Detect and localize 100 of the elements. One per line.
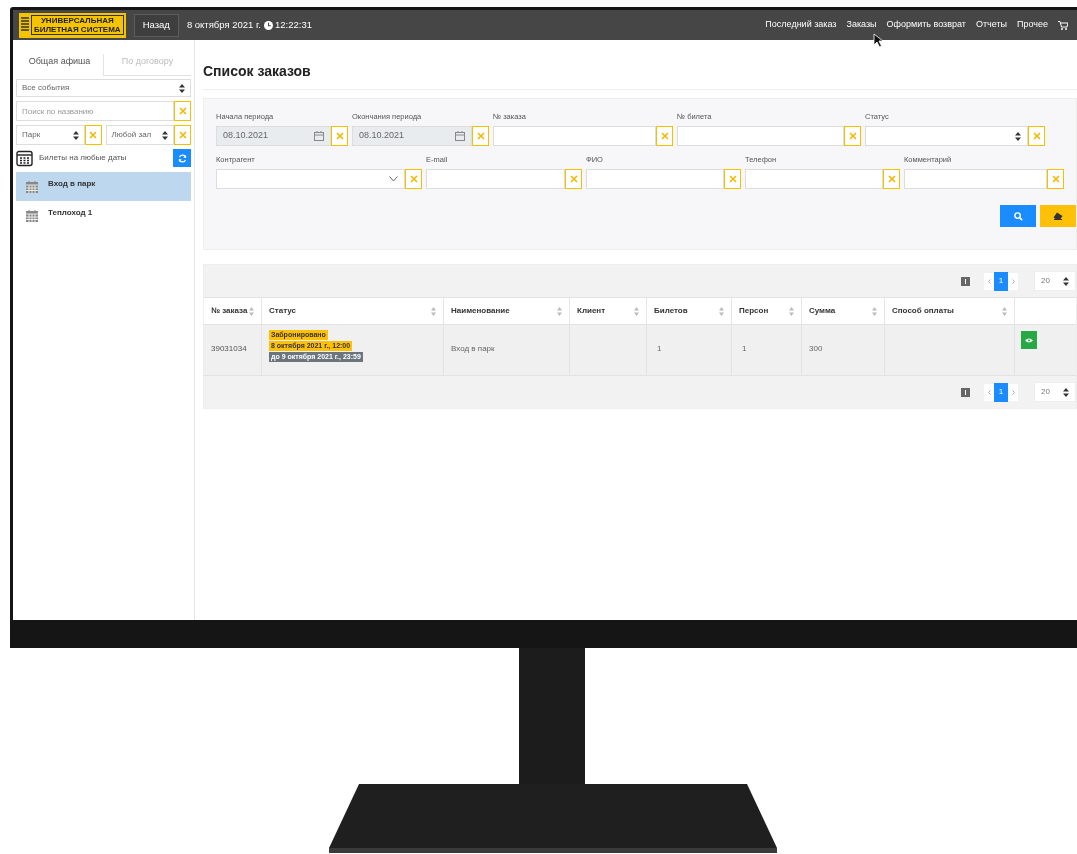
nav-link[interactable]: Заказы xyxy=(846,18,877,32)
search-field[interactable]: Поиск по названию xyxy=(16,101,174,121)
column-header[interactable]: Наименование xyxy=(444,298,570,324)
clear-button[interactable] xyxy=(405,169,422,189)
nav-link[interactable]: Прочее xyxy=(1017,18,1048,32)
select-field[interactable] xyxy=(216,169,405,189)
input-field[interactable] xyxy=(493,126,656,146)
close-icon xyxy=(660,132,669,140)
input-field[interactable] xyxy=(745,169,883,189)
cart-icon[interactable] xyxy=(1058,20,1068,30)
sort-icon xyxy=(719,306,724,316)
close-icon xyxy=(569,175,578,183)
close-icon xyxy=(89,131,97,139)
calendar-icon xyxy=(455,131,465,141)
event-item[interactable]: Вход в парк xyxy=(16,172,191,201)
column-header[interactable]: Персон xyxy=(732,298,802,324)
current-time: 12:22:31 xyxy=(274,17,312,32)
sort-arrows-icon xyxy=(1063,276,1069,286)
clear-button[interactable] xyxy=(844,126,861,146)
clear-button[interactable] xyxy=(472,126,489,146)
clear-button[interactable] xyxy=(174,125,191,145)
hall-select[interactable]: Любой зал xyxy=(105,125,174,145)
select-field[interactable] xyxy=(865,126,1028,146)
clear-button[interactable] xyxy=(656,126,673,146)
refresh-button[interactable] xyxy=(173,149,191,167)
clear-button[interactable] xyxy=(565,169,582,189)
close-icon xyxy=(728,175,737,183)
sort-arrows-icon xyxy=(179,83,185,93)
nav-link[interactable]: Оформить возврат xyxy=(886,18,966,32)
clear-button[interactable] xyxy=(1047,169,1064,189)
calendar-icon xyxy=(16,149,33,167)
next-page-button[interactable] xyxy=(1008,383,1018,401)
page-size-select[interactable]: 20 xyxy=(1034,271,1076,291)
column-header[interactable]: Клиент xyxy=(570,298,647,324)
date-field[interactable]: 08.10.2021 xyxy=(352,126,472,146)
table-cell: 1 xyxy=(657,344,662,353)
input-field[interactable] xyxy=(586,169,724,189)
previous-page-button[interactable] xyxy=(984,383,994,401)
sort-icon xyxy=(431,306,436,316)
ticket-stripes-icon xyxy=(21,17,29,33)
table-cell: 39031034 xyxy=(211,344,247,353)
column-header[interactable]: № заказа xyxy=(204,298,262,324)
close-icon xyxy=(887,175,896,183)
clear-button[interactable] xyxy=(1028,126,1045,146)
chevron-right-icon xyxy=(1011,389,1015,395)
clear-button[interactable] xyxy=(883,169,900,189)
close-icon xyxy=(1032,132,1041,140)
sort-icon xyxy=(1002,306,1007,316)
clock-icon xyxy=(263,20,273,30)
column-header[interactable]: Билетов xyxy=(647,298,732,324)
refresh-icon xyxy=(177,153,187,163)
chevron-left-icon xyxy=(987,389,991,395)
page-count-icon xyxy=(961,387,970,397)
nav-link[interactable]: Последний заказ xyxy=(765,18,837,32)
input-field[interactable] xyxy=(677,126,844,146)
close-icon xyxy=(848,132,857,140)
page-title: Список заказов xyxy=(203,62,312,81)
column-header[interactable]: Способ оплаты xyxy=(885,298,1015,324)
venue-select[interactable]: Парк xyxy=(16,125,85,145)
clear-button[interactable] xyxy=(331,126,348,146)
eraser-icon xyxy=(1053,212,1063,220)
close-icon xyxy=(409,175,418,183)
column-header[interactable]: Статус xyxy=(262,298,444,324)
close-icon xyxy=(1051,175,1060,183)
chevron-right-icon xyxy=(1011,278,1015,284)
eye-icon xyxy=(1025,337,1033,343)
calendar-icon xyxy=(314,131,324,141)
sort-icon xyxy=(557,306,562,316)
calendar-icon xyxy=(26,181,38,193)
input-field[interactable] xyxy=(426,169,565,189)
close-icon xyxy=(476,132,485,140)
close-icon xyxy=(335,132,344,140)
nav-link[interactable]: Отчеты xyxy=(975,18,1007,32)
sort-icon xyxy=(249,306,254,316)
clear-button[interactable] xyxy=(724,169,741,189)
event-select[interactable]: Все события xyxy=(16,79,191,97)
date-field[interactable]: 08.10.2021 xyxy=(216,126,331,146)
sort-arrows-icon xyxy=(162,130,168,140)
back-button[interactable]: Назад xyxy=(133,13,179,37)
any-dates-label: Билеты на любые даты xyxy=(39,152,127,164)
sort-icon xyxy=(789,306,794,316)
previous-page-button[interactable] xyxy=(984,272,994,290)
input-field[interactable] xyxy=(904,169,1047,189)
chevron-down-icon xyxy=(389,176,398,182)
sort-arrows-icon xyxy=(72,130,79,140)
page-size-select[interactable]: 20 xyxy=(1034,382,1076,402)
close-icon xyxy=(178,107,187,115)
clear-filters-button[interactable] xyxy=(1040,205,1076,227)
page-count-icon xyxy=(961,276,970,286)
clear-button[interactable] xyxy=(174,101,191,121)
sort-arrows-icon xyxy=(1015,131,1021,141)
calendar-icon xyxy=(26,210,38,222)
next-page-button[interactable] xyxy=(1008,272,1018,290)
sort-icon xyxy=(634,306,639,316)
column-header[interactable]: Сумма xyxy=(802,298,885,324)
table-cell: 300 xyxy=(809,344,823,353)
view-button[interactable] xyxy=(1021,331,1037,349)
current-date: 8 октября 2021 г. xyxy=(186,17,261,32)
search-icon xyxy=(1013,211,1023,221)
table-cell: 1 xyxy=(742,344,747,353)
